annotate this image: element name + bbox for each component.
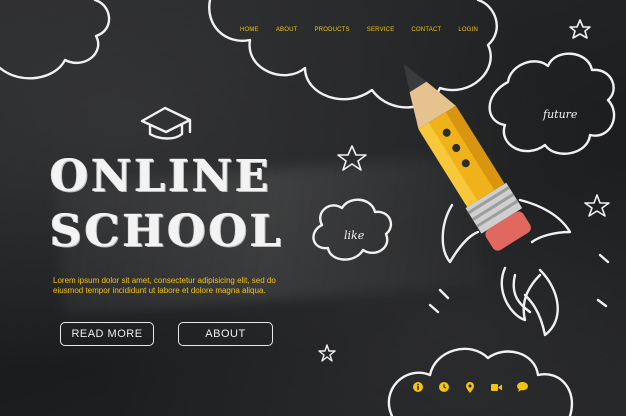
location-icon[interactable] xyxy=(464,381,476,393)
hero-title-line2: SCHOOL xyxy=(50,206,284,257)
chat-icon[interactable] xyxy=(516,381,528,393)
info-icon[interactable] xyxy=(412,381,424,393)
nav-service[interactable]: SERVICE xyxy=(367,27,395,33)
doodle-word-future: future xyxy=(543,108,578,121)
doodle-word-like: like xyxy=(344,229,365,242)
nav-contact[interactable]: CONTACT xyxy=(411,27,441,33)
cloud-right xyxy=(488,52,616,155)
video-icon[interactable] xyxy=(490,381,502,393)
nav-products[interactable]: PRODUCTS xyxy=(314,27,349,33)
star-2 xyxy=(584,194,610,217)
nav-home[interactable]: HOME xyxy=(240,27,259,33)
pencil-rocket xyxy=(403,63,531,251)
nav-login[interactable]: LOGIN xyxy=(458,27,478,33)
star-1 xyxy=(337,145,367,171)
cloud-top-center xyxy=(208,0,498,109)
about-button[interactable]: ABOUT xyxy=(178,322,273,346)
hero-title-line1: ONLINE xyxy=(50,151,272,202)
social-icons xyxy=(412,381,542,393)
nav-about[interactable]: ABOUT xyxy=(276,27,298,33)
top-navigation: HOME ABOUT PRODUCTS SERVICE CONTACT LOGI… xyxy=(240,27,495,33)
star-3 xyxy=(569,19,591,39)
graduation-cap xyxy=(140,106,192,140)
read-more-button[interactable]: READ MORE xyxy=(60,322,154,346)
rocket-flame xyxy=(500,266,559,337)
cloud-top-left xyxy=(0,0,111,80)
clock-icon[interactable] xyxy=(438,381,450,393)
hero-description: Lorem ipsum dolor sit amet, consectetur … xyxy=(53,276,276,295)
star-4 xyxy=(318,344,336,362)
